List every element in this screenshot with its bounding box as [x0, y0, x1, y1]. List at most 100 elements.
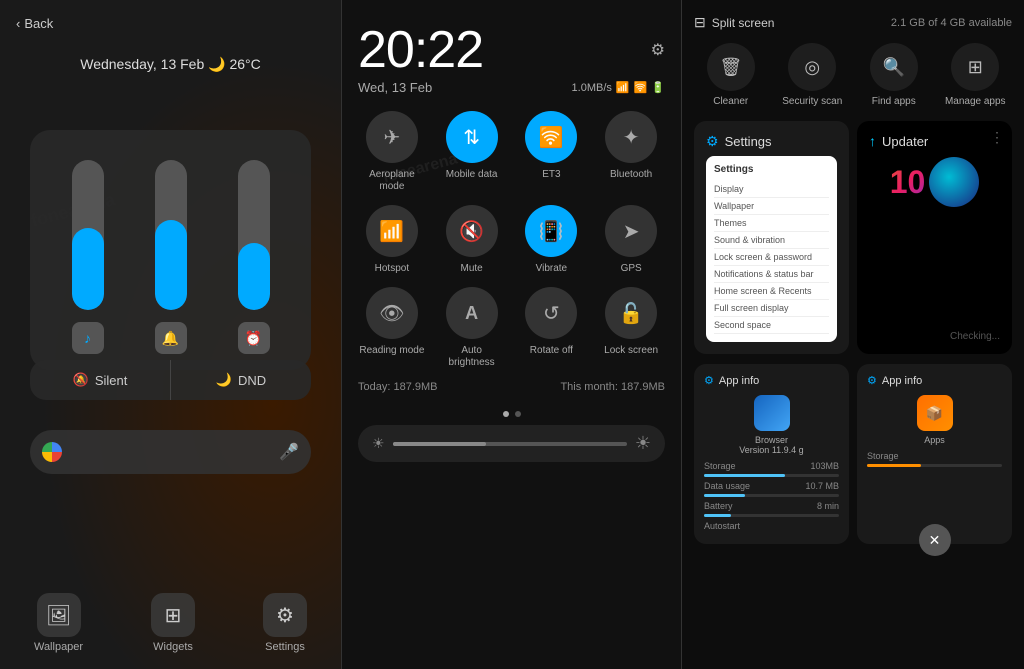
- settings-item-wallpaper: Wallpaper: [714, 198, 829, 215]
- battery-bar: [704, 514, 839, 517]
- battery-stat-row: Battery 8 min: [704, 501, 839, 511]
- settings-item-lock: Lock screen & password: [714, 249, 829, 266]
- manage-apps-label: Manage apps: [945, 96, 1006, 107]
- dnd-label: DND: [238, 373, 266, 388]
- storage-stat-row: Storage 103MB: [704, 461, 839, 471]
- gps-icon: ➤: [605, 205, 657, 257]
- miui-ball: [929, 157, 979, 207]
- airplane-label: Aeroplane mode: [358, 169, 426, 193]
- lock-screen-tile[interactable]: 🔓 Lock screen: [597, 287, 665, 369]
- appinfo-icon1: ⚙: [704, 374, 714, 387]
- mobile-data-label: Mobile data: [446, 169, 498, 181]
- datausage-bar: [704, 494, 839, 497]
- miui10-text: 10: [890, 164, 926, 201]
- settings-card-label: Settings: [725, 134, 772, 149]
- settings-card[interactable]: ⚙ Settings Settings Display Wallpaper Th…: [694, 121, 849, 354]
- volume-slider[interactable]: [72, 160, 104, 310]
- alarm-slider[interactable]: [238, 160, 270, 310]
- find-apps-item[interactable]: 🔍 Find apps: [857, 43, 931, 107]
- back-label: Back: [24, 16, 53, 31]
- panel2-notification-shade: fonearena 20:22 ⚙ Wed, 13 Feb 1.0MB/s 📶 …: [341, 0, 682, 669]
- ringtone-fill: [155, 220, 187, 310]
- split-screen-text: Split screen: [712, 16, 775, 30]
- bluetooth-tile[interactable]: ✦ Bluetooth: [597, 111, 665, 193]
- mute-label: Mute: [461, 263, 483, 275]
- p2-top-row: Wed, 13 Feb 1.0MB/s 📶 🛜 🔋: [358, 80, 665, 95]
- settings-card-title: ⚙ Settings: [706, 133, 837, 150]
- kebab-menu-icon[interactable]: ⋮: [990, 129, 1004, 146]
- dot-2: [515, 411, 521, 417]
- app-info-card2[interactable]: ✕ ⚙ App info 📦 Apps Storage: [857, 364, 1012, 544]
- vibrate-tile[interactable]: 📳 Vibrate: [518, 205, 586, 275]
- moon-icon: 🌙: [208, 56, 225, 72]
- brightness-high-icon: ☀: [635, 433, 651, 454]
- settings-updater-row: ⚙ Settings Settings Display Wallpaper Th…: [694, 121, 1012, 354]
- date-display: Wednesday, 13 Feb 🌙 26°C: [0, 56, 341, 73]
- brightness-control[interactable]: ☀ ☀: [358, 425, 665, 462]
- dnd-button[interactable]: 🌙 DND: [171, 360, 311, 400]
- browser-app-name: Browser Version 11.9.4 g: [704, 435, 839, 455]
- search-bar[interactable]: 🎤: [30, 430, 311, 474]
- time-display: 20:22: [358, 20, 483, 80]
- lock-screen-label: Lock screen: [604, 345, 658, 357]
- gps-label: GPS: [621, 263, 642, 275]
- browser-app-icon: [754, 395, 790, 431]
- security-scan-item[interactable]: ◎ Security scan: [776, 43, 850, 107]
- rotate-tile[interactable]: ↺ Rotate off: [518, 287, 586, 369]
- updater-card[interactable]: ↑ Updater ⋮ 10 Checking...: [857, 121, 1012, 354]
- sliders-panel: ♪ 🔔 ⏰: [30, 130, 311, 370]
- mic-icon[interactable]: 🎤: [279, 442, 299, 462]
- silent-button[interactable]: 🔕 Silent: [30, 360, 171, 400]
- settings-dock-item[interactable]: ⚙ Settings: [263, 593, 307, 653]
- browser-version: Version 11.9.4 g: [704, 445, 839, 455]
- cleaner-item[interactable]: 🗑 Cleaner: [694, 43, 768, 107]
- storage-label: Storage: [704, 461, 736, 471]
- back-button[interactable]: ‹ Back: [16, 16, 53, 31]
- reading-mode-icon: 👁: [366, 287, 418, 339]
- ringtone-slider[interactable]: [155, 160, 187, 310]
- widgets-label: Widgets: [153, 641, 193, 653]
- airplane-tile[interactable]: ✈ Aeroplane mode: [358, 111, 426, 193]
- miui-logo-area: 10: [869, 157, 1000, 207]
- apps-storage-fill: [867, 464, 921, 467]
- manage-apps-item[interactable]: ⊞ Manage apps: [939, 43, 1013, 107]
- wifi-tile[interactable]: 🛜 ET3: [518, 111, 586, 193]
- reading-mode-tile[interactable]: 👁 Reading mode: [358, 287, 426, 369]
- bell-icon: 🔔: [155, 322, 187, 354]
- widgets-dock-item[interactable]: ⊞ Widgets: [151, 593, 195, 653]
- settings-item-sound: Sound & vibration: [714, 232, 829, 249]
- vibrate-icon: 📳: [525, 205, 577, 257]
- gps-tile[interactable]: ➤ GPS: [597, 205, 665, 275]
- brightness-low-icon: ☀: [372, 435, 385, 452]
- browser-label: Browser: [704, 435, 839, 445]
- mute-tile[interactable]: 🔇 Mute: [438, 205, 506, 275]
- security-scan-icon: ◎: [788, 43, 836, 91]
- volume-fill: [72, 228, 104, 311]
- p3-topbar: ⊟ Split screen 2.1 GB of 4 GB available: [694, 14, 1012, 31]
- bottom-dock: 🖼 Wallpaper ⊞ Widgets ⚙ Settings: [0, 593, 341, 653]
- brightness-slider[interactable]: [393, 442, 627, 446]
- settings-icon: ⚙: [263, 593, 307, 637]
- wallpaper-icon: 🖼: [37, 593, 81, 637]
- hotspot-tile[interactable]: 📶 Hotspot: [358, 205, 426, 275]
- wallpaper-dock-item[interactable]: 🖼 Wallpaper: [34, 593, 83, 653]
- appinfo-label2: ⚙ App info: [867, 374, 1002, 387]
- mobile-data-tile[interactable]: ⇅ Mobile data: [438, 111, 506, 193]
- security-scan-label: Security scan: [782, 96, 842, 107]
- apps-storage-bar: [867, 464, 1002, 467]
- auto-brightness-tile[interactable]: A Auto brightness: [438, 287, 506, 369]
- updater-card-icon: ↑: [869, 133, 876, 149]
- settings-gear-icon[interactable]: ⚙: [651, 40, 665, 60]
- auto-brightness-label: Auto brightness: [438, 345, 506, 369]
- status-icons: 1.0MB/s 📶 🛜 🔋: [572, 81, 665, 94]
- app-info-card1[interactable]: ⚙ App info Browser Version 11.9.4 g Stor…: [694, 364, 849, 544]
- close-fab-button[interactable]: ✕: [919, 524, 951, 556]
- speed-text: 1.0MB/s: [572, 82, 612, 94]
- manage-apps-icon: ⊞: [951, 43, 999, 91]
- moon-dnd-icon: 🌙: [216, 372, 232, 388]
- datausage-stat-row: Data usage 10.7 MB: [704, 481, 839, 491]
- split-screen-icon: ⊟: [694, 14, 706, 31]
- slider-icons: ♪ 🔔 ⏰: [46, 322, 295, 354]
- checking-label: Checking...: [950, 331, 1000, 342]
- storage-fill: [704, 474, 785, 477]
